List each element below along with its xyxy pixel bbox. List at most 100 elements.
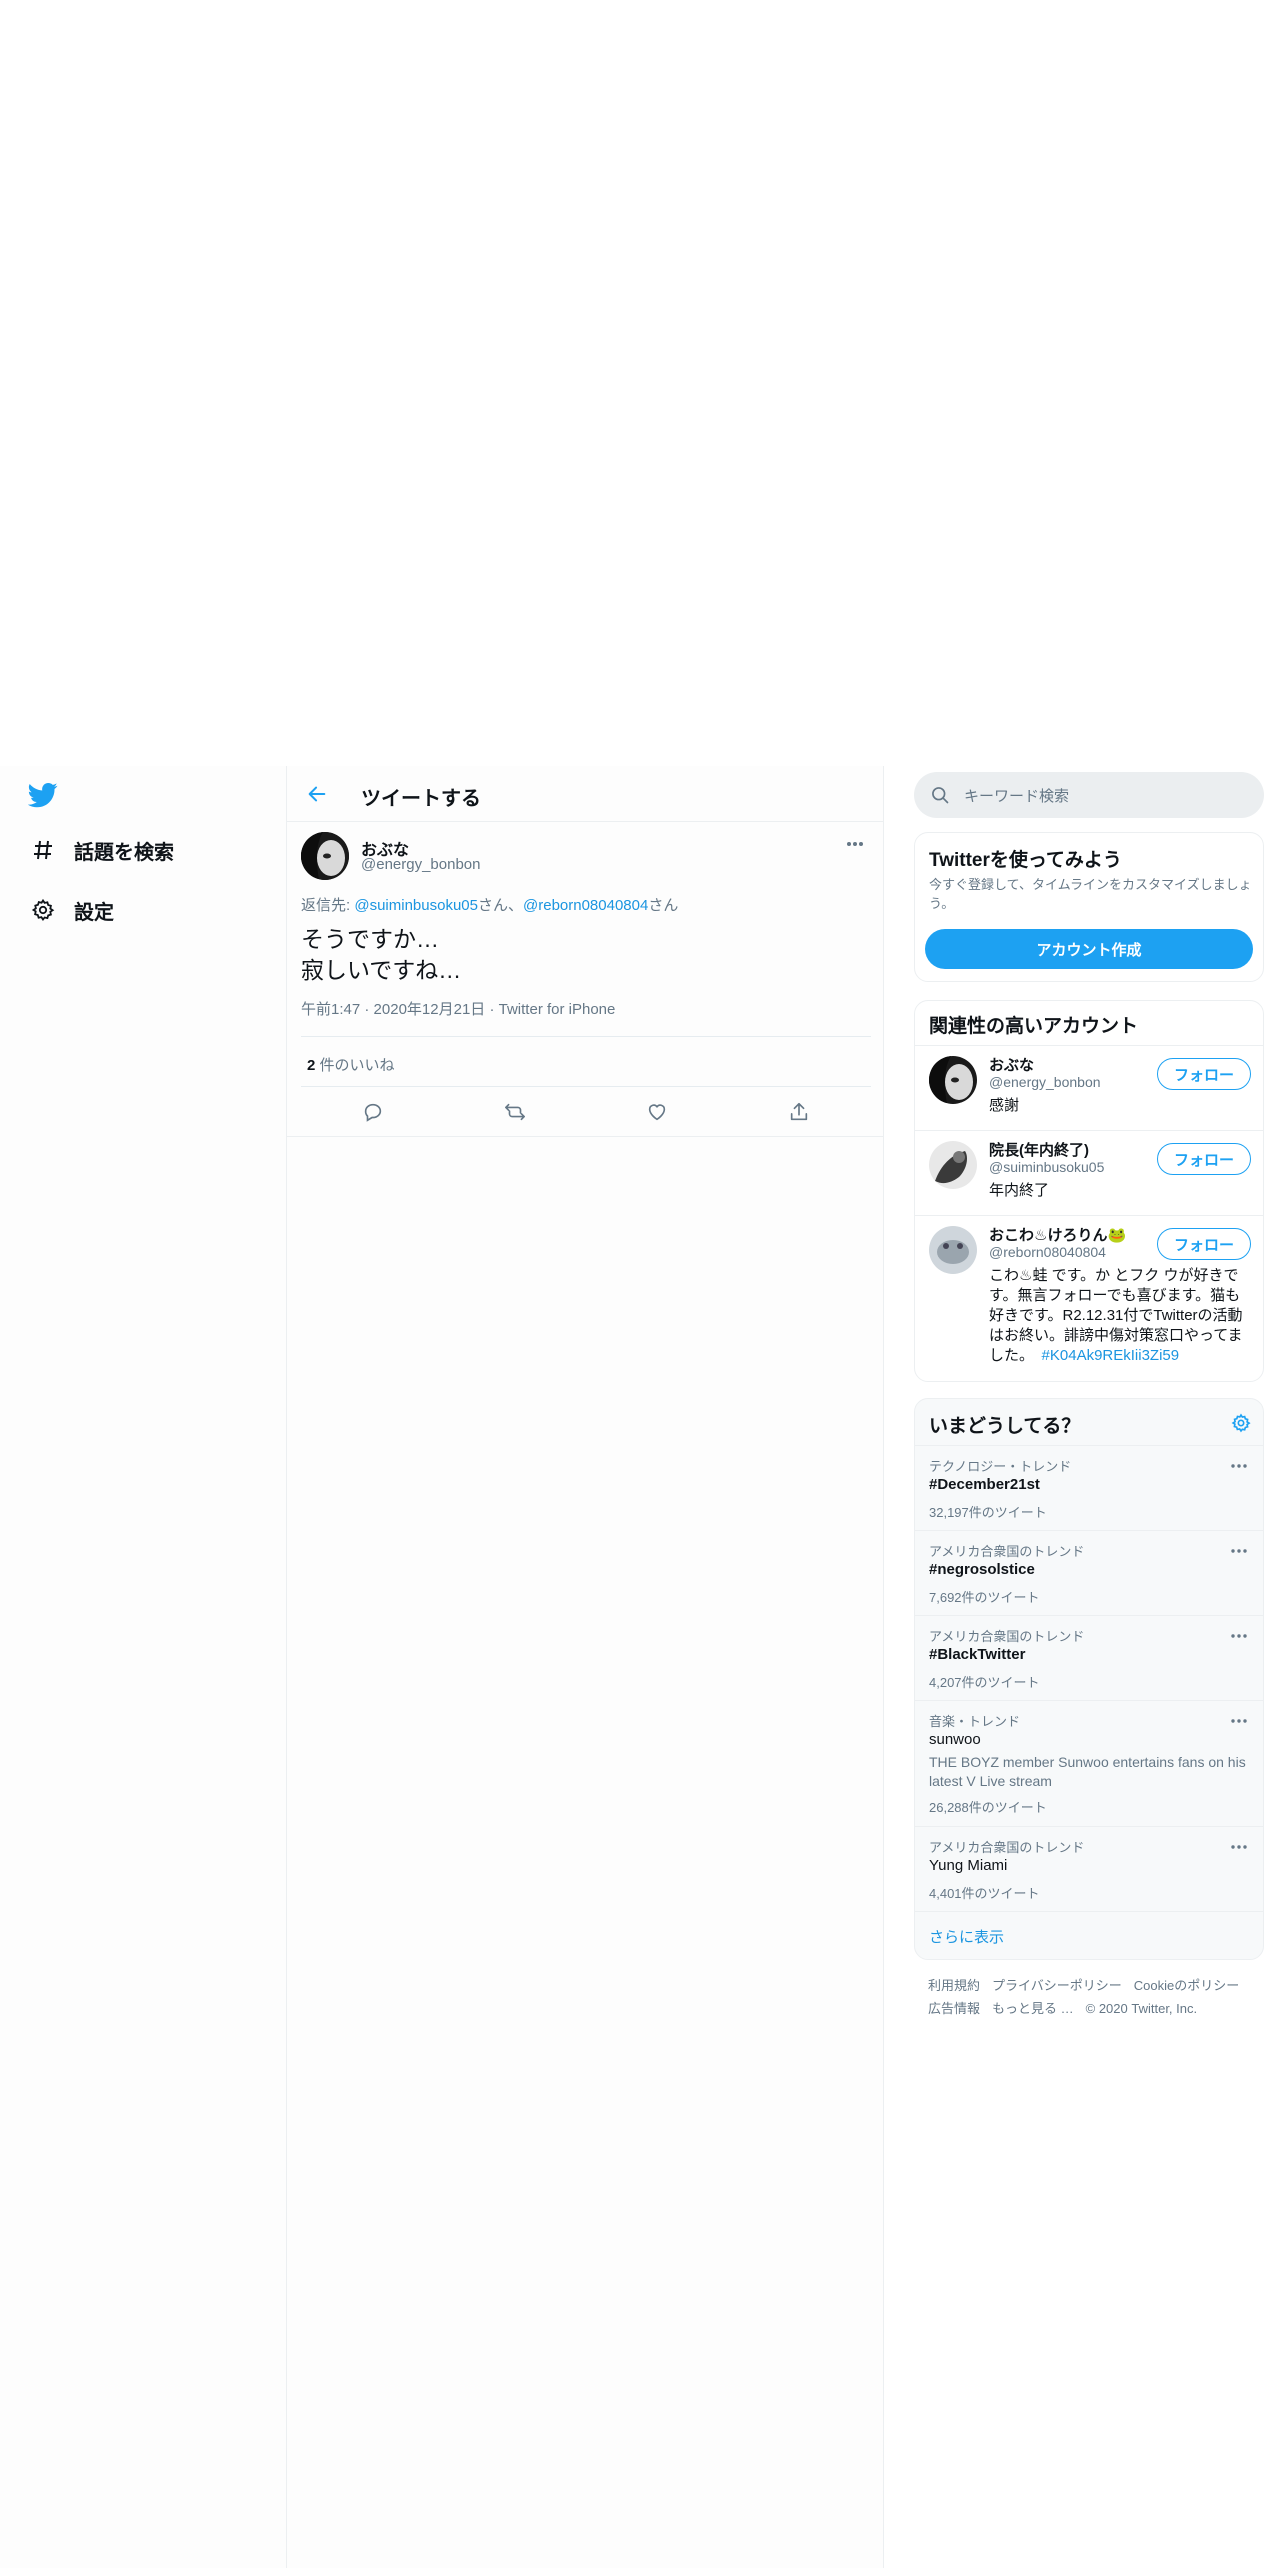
trend-category: テクノロジー・トレンド [929, 1459, 1072, 1474]
nav-item-explore[interactable]: 話題を検索 [28, 832, 174, 868]
right-sidebar: キーワード検索 Twitterを使ってみよう 今すぐ登録して、タイムラインをカス… [884, 766, 1284, 2568]
more-options-icon[interactable] [1227, 1839, 1251, 1855]
back-arrow-icon [308, 786, 326, 802]
section-title: 関連性の高いアカウント [929, 1016, 1139, 1037]
search-icon [932, 787, 949, 804]
footer-ads-link[interactable]: 広告情報 [928, 2001, 980, 2016]
account-item[interactable]: おこわ♨けろりん🐸 @reborn08040804 こわ♨蛙 です。か とフク … [915, 1215, 1263, 1381]
trend-count: 26,288件のツイート [929, 1800, 1047, 1815]
trends-panel: いまどうしてる？ テクノロジー・トレンド #December21st 32,19… [914, 1398, 1264, 1960]
like-icon[interactable] [643, 1098, 671, 1126]
tweet-date[interactable]: 2020年12月21日 [374, 1001, 486, 1018]
main-column: ツイートする おぶな @energy_bonbon 返信先: @suiminbu… [286, 766, 885, 2568]
footer-cookie-link[interactable]: Cookieのポリシー [1134, 1978, 1239, 1993]
trend-description: THE BOYZ member Sunwoo entertains fans o… [929, 1754, 1246, 1789]
avatar[interactable] [929, 1141, 977, 1189]
relevant-accounts: 関連性の高いアカウント おぶな @energy_bonbon 感謝 フォロー 院… [914, 1000, 1264, 1382]
nav-item-settings[interactable]: 設定 [28, 892, 114, 928]
footer-copyright: © 2020 Twitter, Inc. [1085, 2001, 1198, 2016]
signup-card: Twitterを使ってみよう 今すぐ登録して、タイムラインをカスタマイズしましょ… [914, 832, 1264, 982]
trend-name: #negrosolstice [929, 1561, 1035, 1578]
likes-count[interactable]: 2 件のいいね [307, 1054, 395, 1075]
account-name: おこわ♨けろりん🐸 [989, 1227, 1127, 1244]
trend-item[interactable]: 音楽・トレンド sunwoo THE BOYZ member Sunwoo en… [915, 1700, 1263, 1826]
divider [287, 1136, 885, 1137]
divider [301, 1036, 871, 1037]
more-options-icon[interactable] [1227, 1628, 1251, 1644]
footer-terms-link[interactable]: 利用規約 [928, 1978, 980, 1993]
account-name: おぶな [989, 1057, 1035, 1074]
tweet-author-handle[interactable]: @energy_bonbon [361, 856, 481, 873]
trend-item[interactable]: アメリカ合衆国のトレンド #negrosolstice 7,692件のツイート [915, 1530, 1263, 1615]
gear-icon[interactable] [1231, 1413, 1253, 1435]
account-bio: 感謝 [989, 1097, 1020, 1114]
reply-mention-link[interactable]: @reborn08040804 [523, 897, 648, 914]
search-placeholder: キーワード検索 [964, 787, 1070, 805]
reply-icon[interactable] [359, 1098, 387, 1126]
tweet-source[interactable]: Twitter for iPhone [499, 1001, 616, 1018]
trend-count: 4,401件のツイート [929, 1886, 1040, 1901]
account-bio: 年内終了 [989, 1182, 1050, 1199]
section-title: いまどうしてる？ [929, 1416, 1081, 1437]
account-item[interactable]: 院長(年内終了) @suiminbusoku05 年内終了 フォロー [915, 1130, 1263, 1215]
follow-button[interactable]: フォロー [1157, 1143, 1251, 1175]
blank-area [0, 0, 1284, 766]
search-input[interactable]: キーワード検索 [914, 772, 1264, 818]
trend-item[interactable]: テクノロジー・トレンド #December21st 32,197件のツイート [915, 1445, 1263, 1530]
footer: 利用規約 プライバシーポリシー Cookieのポリシー 広告情報 もっと見る … © 2… [928, 1974, 1268, 2020]
page-header: ツイートする [287, 766, 885, 822]
bio-hashtag-link[interactable]: #K04Ak9REkIii3Zi59 [1042, 1347, 1180, 1364]
account-bio: こわ♨蛙 です。か とフク ウが好きです。無言フォローでも喜びます。猫も好きです… [989, 1267, 1243, 1364]
footer-more-link[interactable]: もっと見る … [992, 2001, 1074, 2016]
show-more: さらに表示 [915, 1911, 1263, 1959]
trend-name: #BlackTwitter [929, 1646, 1026, 1663]
account-name: 院長(年内終了) [989, 1142, 1089, 1159]
trend-category: アメリカ合衆国のトレンド [929, 1544, 1085, 1559]
trend-count: 7,692件のツイート [929, 1590, 1040, 1605]
account-item[interactable]: おぶな @energy_bonbon 感謝 フォロー [915, 1045, 1263, 1130]
trend-category: アメリカ合衆国のトレンド [929, 1629, 1085, 1644]
footer-privacy-link[interactable]: プライバシーポリシー [992, 1978, 1122, 1993]
trend-count: 32,197件のツイート [929, 1505, 1047, 1520]
trend-name: Yung Miami [929, 1857, 1008, 1874]
signup-desc: 今すぐ登録して、タイムラインをカスタマイズしましょう。 [929, 877, 1252, 911]
tweet-time[interactable]: 午前1:47 [301, 1001, 360, 1018]
reply-mention-link[interactable]: @suiminbusoku05 [354, 897, 478, 914]
tweet-text: そうですか… 寂しいですね… [301, 926, 462, 983]
back-button[interactable] [301, 778, 333, 810]
avatar[interactable] [929, 1056, 977, 1104]
trend-name: sunwoo [929, 1731, 981, 1748]
gear-icon [28, 895, 58, 925]
tweet-meta: 午前1:47 · 2020年12月21日 · Twitter for iPhon… [301, 1001, 616, 1018]
more-options-icon[interactable] [843, 832, 867, 856]
page-title: ツイートする [361, 788, 481, 810]
more-options-icon[interactable] [1227, 1543, 1251, 1559]
follow-button[interactable]: フォロー [1157, 1228, 1251, 1260]
hashtag-icon [28, 835, 58, 865]
follow-button[interactable]: フォロー [1157, 1058, 1251, 1090]
trend-item[interactable]: アメリカ合衆国のトレンド #BlackTwitter 4,207件のツイート [915, 1615, 1263, 1700]
avatar[interactable] [301, 832, 349, 880]
tweet-actions [287, 1088, 885, 1136]
nav-item-label: 話題を検索 [74, 841, 174, 864]
trend-category: 音楽・トレンド [929, 1714, 1021, 1729]
avatar[interactable] [929, 1226, 977, 1274]
trend-item[interactable]: アメリカ合衆国のトレンド Yung Miami 4,401件のツイート [915, 1826, 1263, 1911]
nav-item-label: 設定 [74, 901, 114, 924]
twitter-logo-icon[interactable] [27, 780, 62, 814]
account-handle: @reborn08040804 [989, 1244, 1106, 1260]
create-account-button[interactable]: アカウント作成 [925, 929, 1253, 969]
left-nav: 話題を検索 設定 [0, 766, 286, 2568]
trend-name: #December21st [929, 1476, 1040, 1493]
divider [301, 1086, 871, 1087]
trend-count: 4,207件のツイート [929, 1675, 1040, 1690]
account-handle: @suiminbusoku05 [989, 1159, 1105, 1175]
reply-to: 返信先: @suiminbusoku05さん、@reborn08040804さん [301, 897, 679, 914]
more-options-icon[interactable] [1227, 1458, 1251, 1474]
trend-category: アメリカ合衆国のトレンド [929, 1840, 1085, 1855]
share-icon[interactable] [785, 1098, 813, 1126]
show-more-link[interactable]: さらに表示 [929, 1926, 1004, 1947]
more-options-icon[interactable] [1227, 1713, 1251, 1729]
retweet-icon[interactable] [501, 1098, 529, 1126]
signup-title: Twitterを使ってみよう [929, 850, 1122, 871]
